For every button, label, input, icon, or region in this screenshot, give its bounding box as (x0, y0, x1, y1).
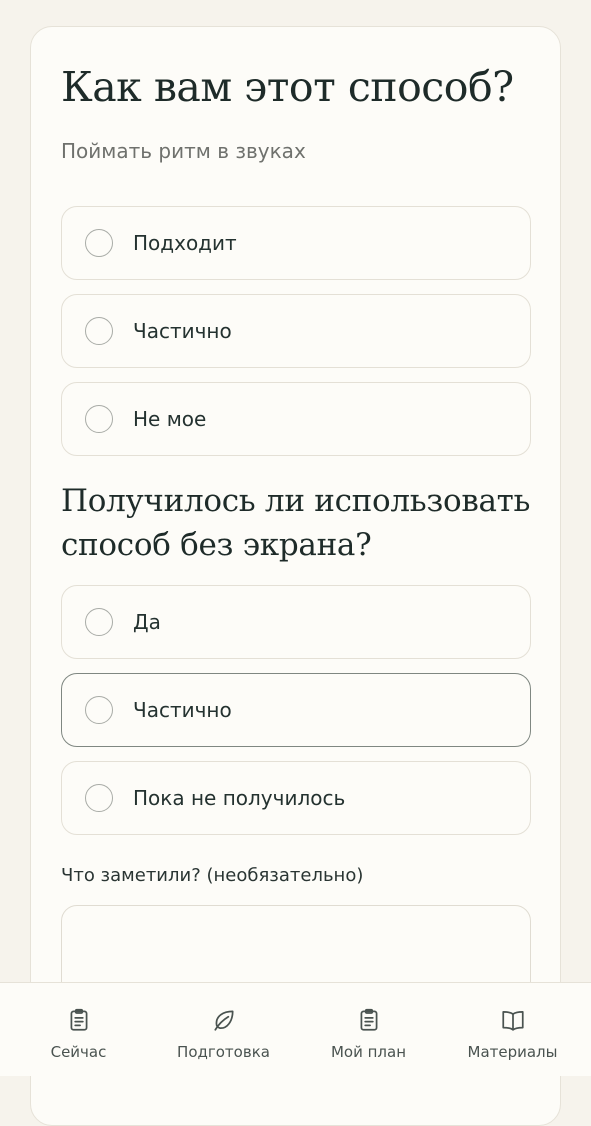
question-title-screenless: Получилось ли использовать способ без эк… (61, 483, 531, 563)
nav-item-my-plan[interactable]: Мой план (295, 983, 442, 1077)
radio-icon[interactable] (85, 696, 113, 724)
survey-card: Как вам этот способ? Поймать ритм в звук… (30, 26, 561, 1126)
option-label: Частично (133, 698, 232, 722)
clipboard-icon (360, 1008, 377, 1031)
option-label: Подходит (133, 231, 237, 255)
option-partially[interactable]: Частично (61, 294, 531, 368)
clipboard-icon (70, 1008, 87, 1031)
option-label: Да (133, 610, 161, 634)
nav-item-now[interactable]: Сейчас (5, 983, 152, 1077)
option-partially-2[interactable]: Частично (61, 673, 531, 747)
bottom-navigation: Сейчас Подготовка Мой план Материалы (0, 982, 591, 1076)
nav-label: Мой план (330, 1043, 407, 1061)
radio-icon[interactable] (85, 405, 113, 433)
radio-icon[interactable] (85, 229, 113, 257)
option-not-mine[interactable]: Не мое (61, 382, 531, 456)
nav-item-preparation[interactable]: Подготовка (150, 983, 297, 1077)
nav-label: Сейчас (50, 1043, 107, 1061)
option-not-yet[interactable]: Пока не получилось (61, 761, 531, 835)
book-icon (501, 1011, 524, 1031)
radio-icon[interactable] (85, 317, 113, 345)
leaf-icon (213, 1010, 234, 1031)
option-label: Пока не получилось (133, 786, 346, 810)
notes-label: Что заметили? (необязательно) (61, 865, 364, 886)
nav-item-materials[interactable]: Материалы (439, 983, 586, 1077)
option-yes[interactable]: Да (61, 585, 531, 659)
nav-label: Материалы (467, 1043, 558, 1061)
question-title: Как вам этот способ? (61, 63, 514, 111)
option-fits[interactable]: Подходит (61, 206, 531, 280)
nav-label: Подготовка (177, 1043, 270, 1061)
option-label: Частично (133, 319, 232, 343)
radio-icon[interactable] (85, 608, 113, 636)
option-label: Не мое (133, 407, 207, 431)
radio-icon[interactable] (85, 784, 113, 812)
method-subtitle: Поймать ритм в звуках (61, 139, 306, 163)
